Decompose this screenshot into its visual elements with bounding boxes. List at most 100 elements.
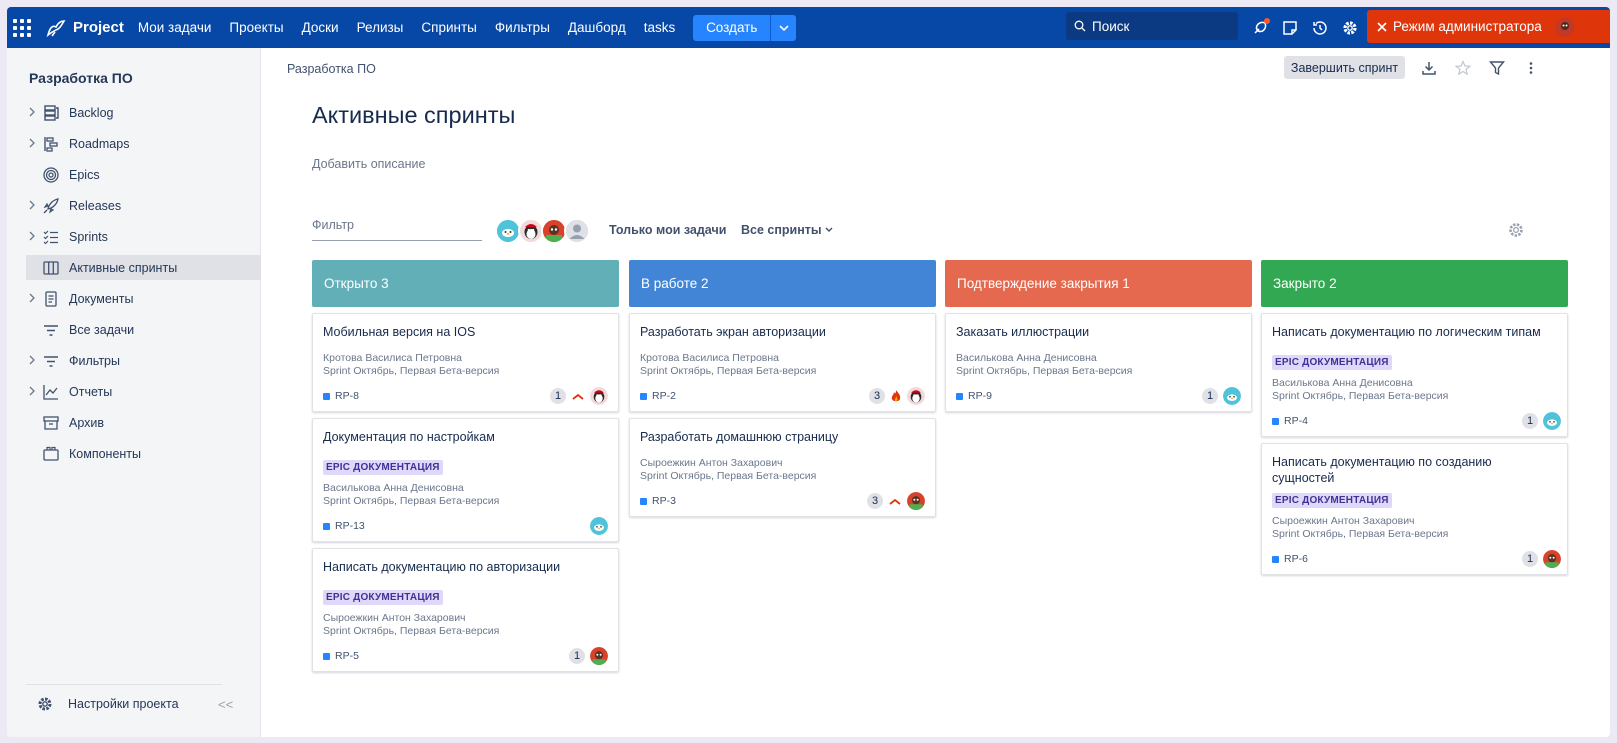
column-header[interactable]: Закрыто 2 (1261, 260, 1568, 307)
chevron-right-icon[interactable] (28, 231, 36, 241)
chevron-right-icon[interactable] (28, 386, 36, 396)
star-icon[interactable] (1453, 58, 1473, 78)
subtask-count: 3 (867, 493, 883, 509)
card-key[interactable]: RP-3 (652, 495, 676, 507)
card-assignee: Василькова Анна Денисовна (956, 352, 1097, 364)
epic-badge[interactable]: EPIC ДОКУМЕНТАЦИЯ (1272, 493, 1392, 508)
card-avatar-red[interactable] (1543, 550, 1561, 568)
card-sprint: Sprint Октябрь, Первая Бета-версия (640, 470, 817, 482)
add-description-link[interactable]: Добавить описание (312, 157, 425, 171)
card-avatar-teal[interactable] (590, 517, 608, 535)
sidebar-item-label: Архив (69, 415, 105, 430)
task-card[interactable]: Написать документацию по созданию сущнос… (1261, 443, 1568, 575)
task-card[interactable]: Мобильная версия на IOS Кротова Василиса… (312, 313, 619, 412)
sidebar-item-documents[interactable]: Документы (26, 286, 261, 311)
collapse-sidebar-button[interactable]: << (218, 697, 233, 712)
nav-projects[interactable]: Проекты (229, 20, 283, 35)
sidebar: Разработка ПО Backlog Roadmaps Epics Rel… (7, 48, 261, 737)
chevron-right-icon[interactable] (28, 355, 36, 365)
sidebar-item-archive[interactable]: Архив (26, 410, 261, 435)
notification-dot (1264, 17, 1270, 24)
task-card[interactable]: Написать документацию по авторизации EPI… (312, 548, 619, 672)
nav-tasks[interactable]: tasks (644, 20, 676, 35)
breadcrumb[interactable]: Разработка ПО (287, 62, 376, 76)
create-dropdown-button[interactable] (770, 14, 797, 41)
card-key[interactable]: RP-5 (335, 650, 359, 662)
chevron-right-icon[interactable] (28, 138, 36, 148)
roadmap-icon (41, 134, 61, 154)
search-box[interactable] (1066, 12, 1238, 40)
app-switcher-icon[interactable] (11, 17, 33, 39)
chevron-right-icon[interactable] (28, 107, 36, 117)
filter-field[interactable] (312, 216, 482, 241)
filter-icon[interactable] (1487, 58, 1507, 78)
create-button[interactable]: Создать (693, 14, 771, 41)
task-type-icon (1272, 417, 1279, 425)
sidebar-item-backlog[interactable]: Backlog (26, 100, 261, 125)
epic-badge[interactable]: EPIC ДОКУМЕНТАЦИЯ (1272, 355, 1392, 370)
card-sprint: Sprint Октябрь, Первая Бета-версия (323, 365, 500, 377)
card-key[interactable]: RP-8 (335, 390, 359, 402)
card-avatar-red[interactable] (907, 492, 925, 510)
backlog-icon (41, 103, 61, 123)
card-title: Мобильная версия на IOS (323, 325, 476, 339)
nav-filters[interactable]: Фильтры (495, 20, 550, 35)
board-icon (41, 258, 61, 278)
sidebar-item-all-tasks[interactable]: Все задачи (26, 317, 261, 342)
card-avatar-teal[interactable] (1543, 412, 1561, 430)
sidebar-item-components[interactable]: Компоненты (26, 441, 261, 466)
avatar-placeholder[interactable] (564, 218, 590, 244)
task-card[interactable]: Разработать домашнюю страницу Сыроежкин … (629, 418, 936, 517)
card-key[interactable]: RP-9 (968, 390, 992, 402)
card-avatar-penguin[interactable] (590, 387, 608, 405)
card-key[interactable]: RP-6 (1284, 553, 1308, 565)
filter-input[interactable] (312, 218, 482, 232)
board-settings-icon[interactable] (1507, 221, 1525, 244)
nav-sprints[interactable]: Спринты (421, 20, 476, 35)
sidebar-item-reports[interactable]: Отчеты (26, 379, 261, 404)
card-key[interactable]: RP-2 (652, 390, 676, 402)
only-my-tasks-filter[interactable]: Только мои задачи (609, 223, 726, 237)
card-key[interactable]: RP-4 (1284, 415, 1308, 427)
sidebar-item-active-sprints[interactable]: Активные спринты (26, 255, 261, 280)
epic-badge[interactable]: EPIC ДОКУМЕНТАЦИЯ (323, 590, 443, 605)
nav-releases[interactable]: Релизы (357, 20, 404, 35)
complete-sprint-button[interactable]: Завершить спринт (1284, 56, 1405, 79)
search-input[interactable] (1092, 18, 1232, 34)
notes-icon[interactable] (1280, 18, 1300, 38)
history-icon[interactable] (1310, 18, 1330, 38)
card-avatar-penguin[interactable] (907, 387, 925, 405)
sidebar-item-releases[interactable]: Releases (26, 193, 261, 218)
more-options-icon[interactable] (1521, 58, 1541, 78)
sidebar-item-sprints[interactable]: Sprints (26, 224, 261, 249)
sidebar-item-epics[interactable]: Epics (26, 162, 261, 187)
user-avatar[interactable] (1555, 17, 1574, 36)
column-header[interactable]: Подтверждение закрытия 1 (945, 260, 1252, 307)
product-logo[interactable]: Project (45, 17, 124, 39)
chevron-right-icon[interactable] (28, 293, 36, 303)
task-card[interactable]: Разработать экран авторизации Кротова Ва… (629, 313, 936, 412)
all-sprints-dropdown[interactable]: Все спринты (741, 223, 833, 237)
epic-badge[interactable]: EPIC ДОКУМЕНТАЦИЯ (323, 460, 443, 475)
sidebar-item-label: Sprints (69, 229, 108, 244)
gear-icon[interactable] (1340, 18, 1360, 38)
column-header[interactable]: Открыто 3 (312, 260, 619, 307)
card-avatar-red[interactable] (590, 647, 608, 665)
project-settings-link[interactable]: Настройки проекта (36, 695, 179, 713)
download-icon[interactable] (1419, 58, 1439, 78)
notifications-icon[interactable] (1250, 17, 1270, 38)
card-key[interactable]: RP-13 (335, 520, 365, 532)
sidebar-item-label: Backlog (69, 105, 114, 120)
sidebar-item-roadmaps[interactable]: Roadmaps (26, 131, 261, 156)
nav-my-tasks[interactable]: Мои задачи (138, 20, 212, 35)
column-header[interactable]: В работе 2 (629, 260, 936, 307)
task-card[interactable]: Документация по настройкам EPIC ДОКУМЕНТ… (312, 418, 619, 542)
sidebar-item-filters[interactable]: Фильтры (26, 348, 261, 373)
task-card[interactable]: Заказать иллюстрации Василькова Анна Ден… (945, 313, 1252, 412)
card-avatar-teal[interactable] (1223, 387, 1241, 405)
nav-boards[interactable]: Доски (302, 20, 339, 35)
task-card[interactable]: Написать документацию по логическим типа… (1261, 313, 1568, 437)
nav-dashboard[interactable]: Дашборд (568, 20, 626, 35)
chevron-right-icon[interactable] (28, 200, 36, 210)
admin-mode-button[interactable]: Режим администратора (1367, 10, 1610, 43)
